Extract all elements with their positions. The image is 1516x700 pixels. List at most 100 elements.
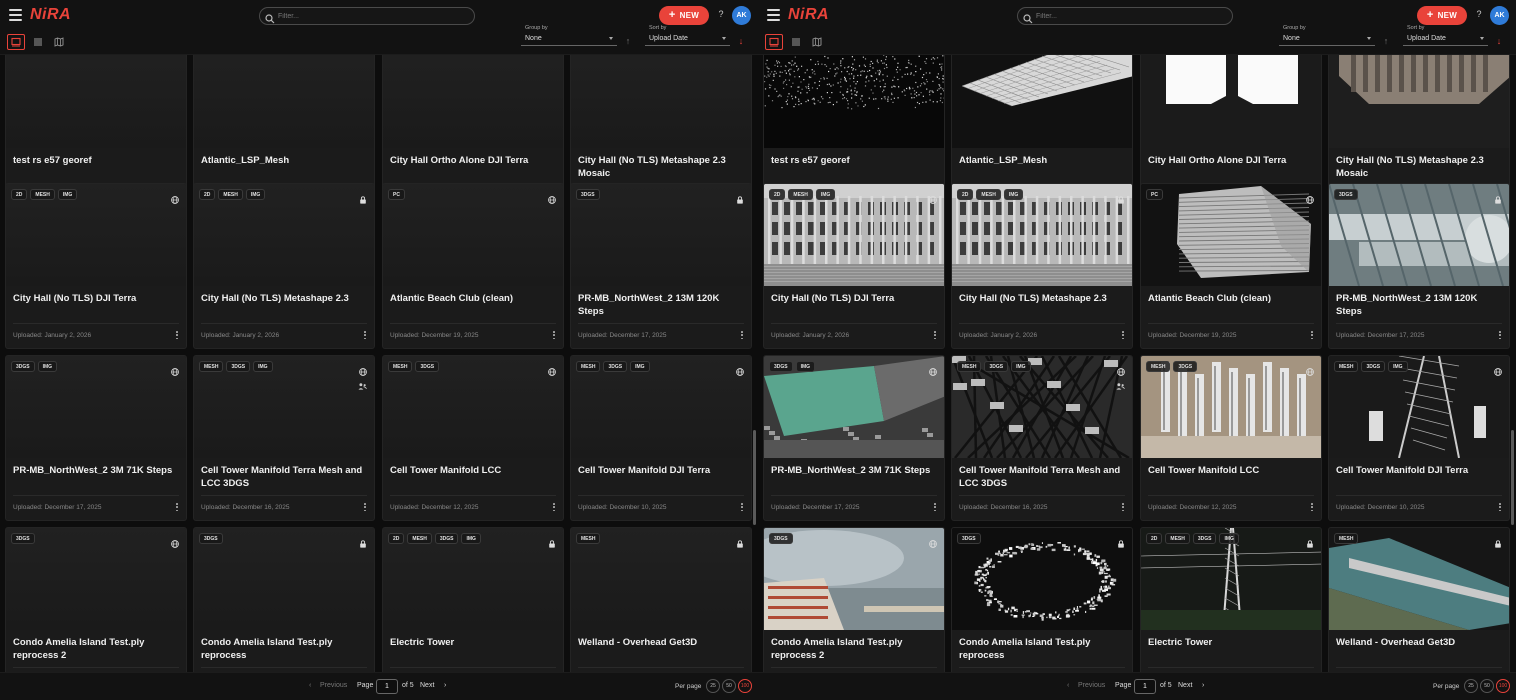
scrollbar-thumb[interactable] bbox=[753, 430, 756, 525]
project-title[interactable]: City Hall (No TLS) Metashape 2.3 bbox=[201, 292, 367, 305]
project-title[interactable]: Condo Amelia Island Test.ply reprocess 2 bbox=[13, 636, 179, 662]
project-card[interactable]: 2D MESH IMG City Hall (No TLS) DJI Terra U… bbox=[5, 183, 187, 349]
help-icon[interactable]: ? bbox=[716, 9, 726, 21]
group-sort-arrow-icon[interactable]: ↑ bbox=[1379, 34, 1393, 48]
project-card[interactable]: MESH Welland - Overhead Get3D bbox=[570, 527, 752, 672]
project-card[interactable]: 3DGS PR-MB_NorthWest_2 13M 120K Steps Up… bbox=[570, 183, 752, 349]
project-thumbnail[interactable] bbox=[952, 55, 1132, 148]
project-card[interactable]: 3DGS Condo Amelia Island Test.ply reproc… bbox=[193, 527, 375, 672]
project-thumbnail[interactable] bbox=[764, 55, 944, 148]
per-page-option[interactable]: 25 bbox=[1464, 679, 1478, 693]
project-title[interactable]: Atlantic_LSP_Mesh bbox=[201, 154, 367, 167]
project-title[interactable]: Condo Amelia Island Test.ply reprocess 2 bbox=[771, 636, 937, 662]
project-title[interactable]: City Hall Ortho Alone DJI Terra bbox=[390, 154, 556, 167]
project-card[interactable]: 3DGS Condo Amelia Island Test.ply reproc… bbox=[951, 527, 1133, 672]
more-options-icon[interactable] bbox=[1120, 331, 1126, 339]
more-options-icon[interactable] bbox=[551, 503, 557, 511]
project-thumbnail[interactable] bbox=[1141, 55, 1321, 148]
project-card[interactable]: MESH 3DGS Cell Tower Manifold LCC Uploade… bbox=[1140, 355, 1322, 521]
user-avatar[interactable]: AK bbox=[732, 6, 751, 25]
list-view-icon[interactable] bbox=[787, 34, 805, 50]
filter-search[interactable] bbox=[1017, 7, 1233, 25]
project-card[interactable]: 3DGS Condo Amelia Island Test.ply reproc… bbox=[763, 527, 945, 672]
project-title[interactable]: Condo Amelia Island Test.ply reprocess bbox=[201, 636, 367, 662]
project-title[interactable]: Welland - Overhead Get3D bbox=[578, 636, 744, 649]
project-thumbnail[interactable] bbox=[194, 55, 374, 148]
project-title[interactable]: PR-MB_NorthWest_2 13M 120K Steps bbox=[578, 292, 744, 318]
project-title[interactable]: City Hall (No TLS) DJI Terra bbox=[771, 292, 937, 305]
sort-by-select[interactable]: Sort by Upload Date bbox=[645, 25, 730, 48]
more-options-icon[interactable] bbox=[1309, 331, 1315, 339]
filter-input[interactable] bbox=[278, 9, 468, 23]
scrollbar[interactable] bbox=[753, 135, 756, 555]
group-by-value[interactable]: None bbox=[1279, 31, 1375, 46]
menu-icon[interactable] bbox=[767, 9, 780, 21]
project-card[interactable]: MESH 3DGS IMG Cell Tower Manifold Terra Me… bbox=[951, 355, 1133, 521]
more-options-icon[interactable] bbox=[1120, 503, 1126, 511]
project-title[interactable]: Atlantic_LSP_Mesh bbox=[959, 154, 1125, 167]
sort-direction-arrow-icon[interactable]: ↓ bbox=[734, 34, 748, 48]
per-page-option-selected[interactable]: 100 bbox=[738, 679, 752, 693]
more-options-icon[interactable] bbox=[362, 331, 368, 339]
project-thumbnail[interactable] bbox=[383, 55, 563, 148]
project-title[interactable]: Cell Tower Manifold DJI Terra bbox=[1336, 464, 1502, 477]
user-avatar[interactable]: AK bbox=[1490, 6, 1509, 25]
per-page-option-selected[interactable]: 100 bbox=[1496, 679, 1510, 693]
project-card[interactable]: 2D MESH IMG City Hall (No TLS) DJI Terra U… bbox=[763, 183, 945, 349]
grid-view-icon[interactable] bbox=[765, 34, 783, 50]
more-options-icon[interactable] bbox=[1497, 331, 1503, 339]
project-title[interactable]: test rs e57 georef bbox=[13, 154, 179, 167]
per-page-option[interactable]: 50 bbox=[722, 679, 736, 693]
filter-input[interactable] bbox=[1036, 9, 1226, 23]
per-page-option[interactable]: 50 bbox=[1480, 679, 1494, 693]
help-icon[interactable]: ? bbox=[1474, 9, 1484, 21]
sort-by-value[interactable]: Upload Date bbox=[645, 31, 730, 46]
project-title[interactable]: PR-MB_NorthWest_2 3M 71K Steps bbox=[771, 464, 937, 477]
project-card[interactable]: 2D MESH 3DGS IMG Electric Tower bbox=[1140, 527, 1322, 672]
project-title[interactable]: Cell Tower Manifold Terra Mesh and LCC 3… bbox=[201, 464, 367, 490]
chevron-right-icon[interactable]: › bbox=[444, 682, 446, 689]
project-thumbnail[interactable] bbox=[571, 55, 751, 148]
app-logo[interactable]: NiRA bbox=[30, 6, 71, 24]
project-card[interactable]: 2D MESH IMG City Hall (No TLS) Metashape 2… bbox=[193, 183, 375, 349]
more-options-icon[interactable] bbox=[739, 503, 745, 511]
project-title[interactable]: PR-MB_NorthWest_2 3M 71K Steps bbox=[13, 464, 179, 477]
project-title[interactable]: City Hall (No TLS) Metashape 2.3 bbox=[959, 292, 1125, 305]
project-title[interactable]: Atlantic Beach Club (clean) bbox=[390, 292, 556, 305]
more-options-icon[interactable] bbox=[1309, 503, 1315, 511]
project-card[interactable]: 2D MESH 3DGS IMG Electric Tower bbox=[382, 527, 564, 672]
project-thumbnail[interactable] bbox=[1329, 55, 1509, 148]
project-title[interactable]: City Hall (No TLS) Metashape 2.3 Mosaic bbox=[1336, 154, 1502, 180]
page-input[interactable]: 1 bbox=[1134, 679, 1156, 694]
project-thumbnail[interactable] bbox=[6, 55, 186, 148]
group-by-select[interactable]: Group by None bbox=[1279, 25, 1375, 48]
list-view-icon[interactable] bbox=[29, 34, 47, 50]
project-thumbnail[interactable] bbox=[1141, 184, 1321, 286]
project-title[interactable]: Cell Tower Manifold Terra Mesh and LCC 3… bbox=[959, 464, 1125, 490]
project-card[interactable]: MESH 3DGS IMG Cell Tower Manifold DJI Terr… bbox=[1328, 355, 1510, 521]
sort-direction-arrow-icon[interactable]: ↓ bbox=[1492, 34, 1506, 48]
more-options-icon[interactable] bbox=[932, 503, 938, 511]
new-button[interactable]: + NEW bbox=[659, 6, 709, 25]
map-view-icon[interactable] bbox=[808, 34, 826, 50]
project-card[interactable]: PC Atlantic Beach Club (clean) Uploaded:… bbox=[382, 183, 564, 349]
next-button[interactable]: Next bbox=[1178, 682, 1192, 689]
previous-button[interactable]: Previous bbox=[1078, 682, 1105, 689]
project-title[interactable]: Welland - Overhead Get3D bbox=[1336, 636, 1502, 649]
filter-search[interactable] bbox=[259, 7, 475, 25]
more-options-icon[interactable] bbox=[551, 331, 557, 339]
project-card[interactable]: 3DGS IMG PR-MB_NorthWest_2 3M 71K Steps U… bbox=[5, 355, 187, 521]
page-input[interactable]: 1 bbox=[376, 679, 398, 694]
more-options-icon[interactable] bbox=[362, 503, 368, 511]
per-page-option[interactable]: 25 bbox=[706, 679, 720, 693]
project-title[interactable]: Cell Tower Manifold DJI Terra bbox=[578, 464, 744, 477]
scrollbar[interactable] bbox=[1511, 135, 1514, 555]
scrollbar-thumb[interactable] bbox=[1511, 430, 1514, 525]
project-title[interactable]: Electric Tower bbox=[1148, 636, 1314, 649]
project-title[interactable]: City Hall (No TLS) Metashape 2.3 Mosaic bbox=[578, 154, 744, 180]
app-logo[interactable]: NiRA bbox=[788, 6, 829, 24]
chevron-right-icon[interactable]: › bbox=[1202, 682, 1204, 689]
more-options-icon[interactable] bbox=[174, 331, 180, 339]
chevron-left-icon[interactable]: ‹ bbox=[309, 682, 311, 689]
project-card[interactable]: MESH 3DGS IMG Cell Tower Manifold Terra Me… bbox=[193, 355, 375, 521]
